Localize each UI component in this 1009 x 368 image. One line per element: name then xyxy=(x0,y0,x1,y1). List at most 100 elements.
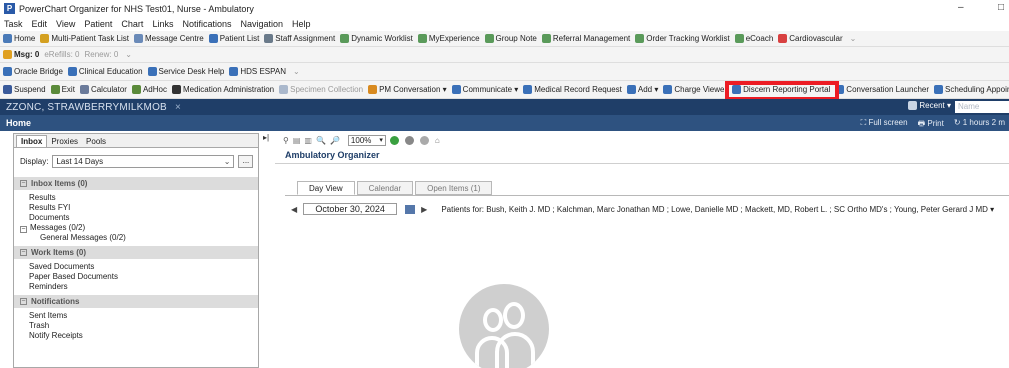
minimize-button[interactable]: – xyxy=(958,2,964,13)
group-note-button[interactable]: Group Note xyxy=(484,34,537,43)
multi-patient-task-list-button[interactable]: Multi-Patient Task List xyxy=(40,34,129,43)
menu-chart[interactable]: Chart xyxy=(121,19,143,29)
date-field[interactable]: October 30, 2024 xyxy=(303,203,398,215)
menu-view[interactable]: View xyxy=(56,19,75,29)
patients-for-selector[interactable]: Patients for: Bush, Keith J. MD ; Kalchm… xyxy=(441,205,994,214)
work-saved-documents[interactable]: Saved Documents xyxy=(14,262,258,272)
display-options-button[interactable]: ... xyxy=(238,154,254,168)
tab-day-view[interactable]: Day View xyxy=(297,181,355,195)
service-desk-help-button[interactable]: Service Desk Help xyxy=(147,67,224,76)
tab-inbox[interactable]: Inbox xyxy=(16,135,48,147)
previous-day-icon[interactable]: ◀ xyxy=(291,205,297,214)
referral-management-button[interactable]: Referral Management xyxy=(541,34,630,43)
binoculars-icon[interactable]: ⚲ xyxy=(283,136,289,145)
tab-pools[interactable]: Pools xyxy=(82,136,110,147)
patient-search-input[interactable]: Name xyxy=(955,101,1009,113)
patient-list-button[interactable]: Patient List xyxy=(208,34,259,43)
refresh-button[interactable]: ↻ 1 hours 2 m xyxy=(954,118,1005,131)
specimen-icon xyxy=(279,85,289,94)
home-button[interactable]: Home xyxy=(3,34,35,43)
add-button[interactable]: Add ▾ xyxy=(626,85,658,94)
inbox-results-fyi[interactable]: Results FYI xyxy=(14,203,258,213)
print-icon[interactable]: ▥ xyxy=(304,136,312,145)
toolbar-grip-icon[interactable]: ⌄ xyxy=(125,50,132,59)
inbox-items-header[interactable]: – Inbox Items (0) xyxy=(14,177,258,190)
print-preview-icon[interactable]: ▤ xyxy=(293,136,301,145)
menu-navigation[interactable]: Navigation xyxy=(240,19,283,29)
work-paper-documents[interactable]: Paper Based Documents xyxy=(14,272,258,282)
inbox-documents[interactable]: Documents xyxy=(14,213,258,223)
work-items-header[interactable]: – Work Items (0) xyxy=(14,246,258,259)
worklist-icon xyxy=(734,34,744,43)
full-screen-button[interactable]: ⛶ Full screen xyxy=(861,118,908,131)
menu-patient[interactable]: Patient xyxy=(84,19,112,29)
tab-proxies[interactable]: Proxies xyxy=(47,136,82,147)
go-icon[interactable] xyxy=(389,135,399,145)
pm-conversation-button[interactable]: PM Conversation ▾ xyxy=(368,85,447,94)
communicate-icon xyxy=(451,85,461,94)
work-reminders[interactable]: Reminders xyxy=(14,282,258,292)
home-icon[interactable]: ⌂ xyxy=(435,136,440,145)
menu-task[interactable]: Task xyxy=(4,19,23,29)
menu-notifications[interactable]: Notifications xyxy=(182,19,231,29)
refresh-icon[interactable] xyxy=(419,135,429,145)
notif-receipts[interactable]: Notify Receipts xyxy=(14,331,258,341)
suspend-button[interactable]: Suspend xyxy=(3,85,46,94)
inbox-general-messages[interactable]: General Messages (0/2) xyxy=(14,233,258,243)
specimen-collection-button[interactable]: Specimen Collection xyxy=(279,85,363,94)
tab-open-items[interactable]: Open Items (1) xyxy=(415,181,493,195)
tab-calendar[interactable]: Calendar xyxy=(356,181,414,195)
stop-icon[interactable] xyxy=(404,135,414,145)
menu-edit[interactable]: Edit xyxy=(32,19,48,29)
staff-assignment-button[interactable]: Staff Assignment xyxy=(264,34,335,43)
display-filter-row: Display: Last 14 Days ⌄ ... xyxy=(14,148,258,174)
medical-record-request-button[interactable]: Medical Record Request xyxy=(523,85,622,94)
medication-administration-button[interactable]: Medication Administration xyxy=(171,85,274,94)
conversation-launcher-button[interactable]: Conversation Launcher xyxy=(835,85,929,94)
order-tracking-worklist-button[interactable]: Order Tracking Worklist xyxy=(635,34,730,43)
print-button[interactable]: 🖶 Print xyxy=(918,118,944,131)
globe-icon xyxy=(3,67,12,76)
next-day-icon[interactable]: ▶ xyxy=(421,205,427,214)
maximize-button[interactable]: □ xyxy=(998,2,1004,13)
zoom-out-icon[interactable]: 🔎 xyxy=(330,136,340,145)
message-centre-button[interactable]: Message Centre xyxy=(134,34,204,43)
msg-counter-button[interactable]: Msg: 0 xyxy=(3,50,39,59)
zoom-in-icon[interactable]: 🔍 xyxy=(316,136,326,145)
display-range-select[interactable]: Last 14 Days ⌄ xyxy=(52,154,235,168)
inbox-messages[interactable]: – Messages (0/2) xyxy=(14,223,258,233)
calendar-icon[interactable] xyxy=(405,204,416,214)
oracle-bridge-button[interactable]: Oracle Bridge xyxy=(3,67,63,76)
communicate-button[interactable]: Communicate ▾ xyxy=(451,85,519,94)
charge-viewer-button[interactable]: Charge Viewer xyxy=(663,85,727,94)
calculator-button[interactable]: Calculator xyxy=(79,85,127,94)
close-patient-icon[interactable]: × xyxy=(175,102,181,113)
toolbar-grip-icon[interactable]: ⌄ xyxy=(850,34,857,43)
patient-name-tab[interactable]: ZZONC, STRAWBERRYMILKMOB xyxy=(6,102,167,113)
patient-banner: ZZONC, STRAWBERRYMILKMOB × Recent ▾ Name xyxy=(0,99,1009,115)
task-list-icon xyxy=(40,34,50,43)
display-range-value: Last 14 Days xyxy=(56,156,104,166)
scheduling-appointment-book-button[interactable]: Scheduling Appointment Book xyxy=(934,85,1009,94)
menu-links[interactable]: Links xyxy=(152,19,173,29)
notifications-header[interactable]: – Notifications xyxy=(14,295,258,308)
notif-trash[interactable]: Trash xyxy=(14,321,258,331)
notif-sent-items[interactable]: Sent Items xyxy=(14,311,258,321)
menu-help[interactable]: Help xyxy=(292,19,311,29)
home-label: Home xyxy=(14,34,36,43)
inbox-results[interactable]: Results xyxy=(14,193,258,203)
ecoach-button[interactable]: eCoach xyxy=(734,34,773,43)
patient-list-icon xyxy=(208,34,218,43)
adhoc-button[interactable]: AdHoc xyxy=(131,85,167,94)
exit-button[interactable]: Exit xyxy=(50,85,75,94)
toolbar-grip-icon[interactable]: ⌄ xyxy=(293,67,300,76)
zoom-select[interactable]: 100% ▾ xyxy=(347,134,386,146)
panel-splitter-icon[interactable]: ▸| xyxy=(263,133,269,142)
recent-patients-button[interactable]: Recent ▾ xyxy=(908,101,951,110)
communicate-label: Communicate ▾ xyxy=(462,85,519,94)
myexperience-button[interactable]: MyExperience xyxy=(417,34,480,43)
clinical-education-button[interactable]: Clinical Education xyxy=(67,67,143,76)
hds-espan-button[interactable]: HDS ESPAN xyxy=(229,67,286,76)
dynamic-worklist-button[interactable]: Dynamic Worklist xyxy=(340,34,413,43)
cardiovascular-button[interactable]: Cardiovascular xyxy=(778,34,843,43)
